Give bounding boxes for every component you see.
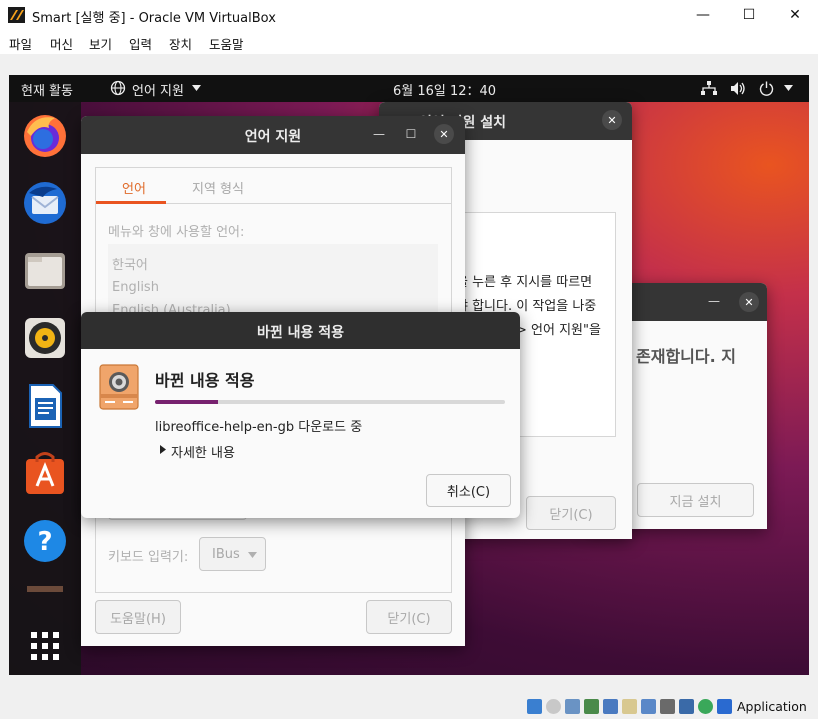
minimize-icon[interactable]: — (704, 293, 724, 309)
menu-devices[interactable]: 장치 (169, 34, 192, 53)
optical-drive-icon[interactable] (546, 699, 561, 714)
info-line-1: 을 누른 후 지시를 따르면 (456, 275, 593, 290)
thunderbird-icon[interactable] (21, 179, 69, 227)
mouse-integration-icon[interactable] (698, 699, 713, 714)
language-list-label: 메뉴와 창에 사용할 언어: (108, 225, 245, 240)
help-icon[interactable]: ? (21, 517, 69, 565)
host-key-arrow-icon[interactable] (717, 699, 732, 714)
system-menu-chevron-icon[interactable] (784, 85, 793, 91)
menu-view[interactable]: 보기 (89, 34, 112, 53)
network-icon[interactable] (701, 81, 717, 96)
tab-strip: 언어 지역 형식 (96, 168, 451, 204)
close-icon[interactable]: ✕ (434, 124, 454, 144)
install-window-text: 존재합니다. 지 (636, 347, 736, 366)
apply-dialog-title: 바뀐 내용 적용 (256, 325, 345, 341)
tab-regional-formats[interactable]: 지역 형식 (192, 178, 244, 197)
close-icon[interactable]: ✕ (602, 110, 622, 130)
close-icon[interactable]: ✕ (739, 292, 759, 312)
menu-machine[interactable]: 머신 (50, 34, 73, 53)
shared-folders-icon[interactable] (622, 699, 637, 714)
chevron-down-icon (248, 552, 257, 558)
hard-disk-icon[interactable] (527, 699, 542, 714)
info-line-3: > 언어 지원"을 (516, 323, 601, 338)
keyboard-input-select[interactable]: IBus (199, 537, 266, 571)
cpu-icon[interactable] (679, 699, 694, 714)
display-icon[interactable] (641, 699, 656, 714)
keyboard-input-label: 키보드 입력기: (108, 550, 189, 565)
menu-input[interactable]: 입력 (129, 34, 152, 53)
close-button-label: 닫기(C) (387, 611, 431, 627)
power-icon[interactable] (759, 81, 774, 96)
cancel-button[interactable]: 취소(C) (426, 474, 511, 507)
rhythmbox-icon[interactable] (21, 314, 69, 362)
download-status-text: libreoffice-help-en-gb 다운로드 중 (155, 420, 363, 435)
keyboard-input-value: IBus (212, 546, 240, 562)
dock: ? (9, 102, 81, 675)
apply-dialog-heading: 바뀐 내용 적용 (155, 371, 255, 390)
audio-icon[interactable] (565, 699, 580, 714)
software-center-icon[interactable] (21, 450, 69, 498)
apply-changes-dialog: 바뀐 내용 적용 바뀐 내용 적용 libreoffice-help-en-gb… (81, 312, 520, 518)
tab-active-indicator (96, 201, 166, 204)
app-menu-label[interactable]: 언어 지원 (132, 80, 184, 99)
host-maximize-button[interactable]: ☐ (726, 0, 772, 30)
host-titlebar: Smart [실행 중] - Oracle VM VirtualBox — ☐ … (0, 0, 818, 30)
svg-text:?: ? (37, 527, 52, 557)
host-minimize-button[interactable]: — (680, 0, 726, 30)
minimize-icon[interactable]: — (369, 126, 389, 142)
host-key-label: Application (737, 699, 807, 714)
show-apps-grid-icon[interactable] (21, 622, 69, 670)
recording-icon[interactable] (660, 699, 675, 714)
files-icon[interactable] (21, 247, 69, 295)
language-support-header: 언어 지원 — ☐ ✕ (81, 116, 465, 154)
download-progress-bar (155, 400, 505, 404)
maximize-icon: ☐ (742, 7, 756, 23)
expander-arrow-icon[interactable] (160, 445, 166, 454)
gnome-top-bar: 현재 활동 언어 지원 6월 16일 12：40 (9, 75, 809, 102)
maximize-icon[interactable]: ☐ (401, 126, 421, 142)
apply-dialog-header: 바뀐 내용 적용 (81, 312, 520, 349)
language-item[interactable]: 한국어 (112, 254, 148, 273)
host-menubar: 파일 머신 보기 입력 장치 도움말 (0, 30, 818, 54)
back-close-label: 닫기(C) (549, 507, 593, 523)
chevron-down-icon (192, 85, 201, 91)
install-now-label: 지금 설치 (669, 494, 722, 510)
host-close-button[interactable]: ✕ (772, 0, 818, 30)
download-progress-fill (155, 400, 218, 404)
host-window-title: Smart [실행 중] - Oracle VM VirtualBox (32, 11, 276, 26)
activities-button[interactable]: 현재 활동 (21, 80, 73, 99)
back-close-button[interactable]: 닫기(C) (526, 496, 616, 530)
menu-help[interactable]: 도움말 (209, 34, 244, 53)
network-adapter-icon[interactable] (584, 699, 599, 714)
install-now-button[interactable]: 지금 설치 (637, 483, 754, 517)
clock[interactable]: 6월 16일 12：40 (393, 80, 496, 99)
trash-partial-icon[interactable] (21, 572, 69, 592)
cancel-button-label: 취소(C) (446, 485, 491, 500)
guest-desktop: 현재 활동 언어 지원 6월 16일 12：40 ? — ✕ 존재합니다. 지 … (9, 75, 809, 675)
tab-language[interactable]: 언어 (122, 178, 146, 197)
help-button-label: 도움말(H) (110, 611, 166, 627)
minimize-icon: — (696, 7, 710, 23)
menu-file[interactable]: 파일 (9, 34, 32, 53)
libreoffice-writer-icon[interactable] (21, 382, 69, 430)
globe-icon (110, 80, 126, 96)
help-button[interactable]: 도움말(H) (95, 600, 181, 634)
volume-icon[interactable] (730, 81, 746, 96)
virtualbox-app-icon (8, 7, 25, 23)
host-statusbar: Application (0, 695, 818, 719)
details-expander[interactable]: 자세한 내용 (171, 442, 235, 461)
firefox-icon[interactable] (21, 112, 69, 160)
package-gear-icon (99, 364, 139, 410)
language-item[interactable]: English (112, 280, 159, 295)
close-button[interactable]: 닫기(C) (366, 600, 452, 634)
close-icon: ✕ (789, 7, 801, 23)
usb-icon[interactable] (603, 699, 618, 714)
